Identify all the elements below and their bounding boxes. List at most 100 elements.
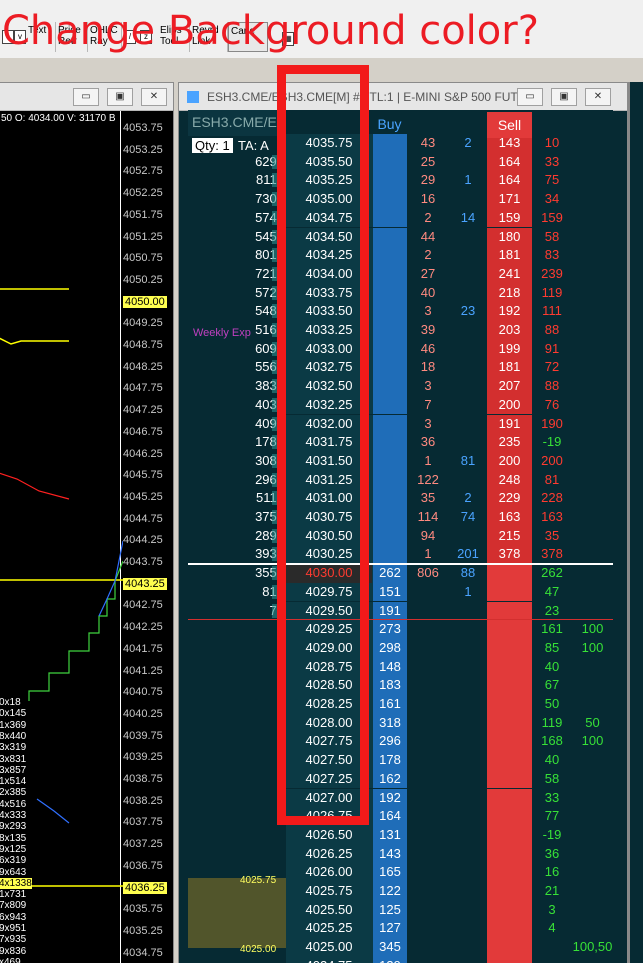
ask-size-cell[interactable]: 14 [449, 209, 487, 228]
ladder-row[interactable]: 4028.25 161 50 [188, 695, 613, 714]
working-order-cell[interactable] [572, 228, 613, 247]
ask-size-cell[interactable] [449, 527, 487, 546]
close-button[interactable]: ✕ [585, 88, 611, 106]
price-cell[interactable]: 4025.00 [286, 938, 372, 957]
price-cell[interactable]: 4026.00 [286, 863, 372, 882]
ask-size-cell[interactable] [449, 433, 487, 452]
volume-cell[interactable]: 3939 [188, 545, 286, 564]
maximize-button[interactable]: ▣ [551, 88, 577, 106]
bid-size-cell[interactable]: 114 [407, 508, 449, 527]
volume-cell[interactable]: 3557 [188, 564, 286, 583]
price-cell[interactable]: 4024.75 [286, 956, 372, 963]
buy-cell[interactable] [372, 227, 407, 247]
ask-size-cell[interactable]: 2 [449, 489, 487, 508]
ladder-row[interactable]: 734029.5019123 [188, 601, 613, 621]
ask-size-cell[interactable]: 88 [449, 564, 487, 583]
bid-size-cell[interactable]: 16 [407, 190, 449, 209]
buy-cell[interactable] [372, 526, 407, 546]
sell-cell[interactable]: 229 [487, 489, 532, 508]
ask-size-cell[interactable] [449, 340, 487, 359]
working-order-cell[interactable] [572, 564, 613, 583]
delta-cell[interactable]: 58 [532, 228, 572, 247]
working-order-cell[interactable] [572, 415, 613, 434]
ladder-row[interactable]: 3750 4030.75 114 74 163 163 [188, 508, 613, 527]
buy-cell[interactable]: 262 [372, 564, 407, 583]
ask-size-cell[interactable] [449, 620, 487, 639]
ask-size-cell[interactable] [449, 190, 487, 209]
buy-cell[interactable]: 345 [372, 938, 407, 957]
volume-cell[interactable] [188, 639, 286, 658]
bid-size-cell[interactable]: 40 [407, 284, 449, 303]
delta-cell[interactable]: 161 [532, 620, 572, 639]
volume-cell[interactable] [188, 789, 286, 808]
maximize-button[interactable]: ▣ [107, 88, 133, 106]
volume-cell[interactable]: 5116 [188, 489, 286, 508]
bid-size-cell[interactable] [407, 658, 449, 677]
bid-size-cell[interactable]: 35 [407, 489, 449, 508]
working-order-cell[interactable]: 100 [572, 732, 613, 751]
bid-size-cell[interactable] [407, 882, 449, 901]
ladder-row[interactable]: 4033 4032.25 7 200 76 [188, 395, 613, 415]
ladder-row[interactable]: 1789 4031.75 36 235 -19 [188, 433, 613, 452]
delta-cell[interactable]: -19 [532, 826, 572, 845]
delta-cell[interactable]: 91 [532, 340, 572, 359]
sell-cell[interactable] [487, 900, 532, 920]
bid-size-cell[interactable]: 39 [407, 321, 449, 340]
sell-cell[interactable]: 199 [487, 339, 532, 359]
ask-size-cell[interactable]: 1 [449, 583, 487, 602]
ask-size-cell[interactable] [449, 826, 487, 845]
bid-size-cell[interactable]: 7 [407, 396, 449, 415]
working-order-cell[interactable] [572, 171, 613, 190]
working-order-cell[interactable] [572, 882, 613, 901]
working-order-cell[interactable] [572, 190, 613, 209]
buy-cell[interactable]: 165 [372, 863, 407, 882]
ladder-row[interactable]: 4025.75 122 21 [188, 882, 613, 901]
buy-cell[interactable] [372, 321, 407, 340]
buy-cell[interactable]: 122 [372, 882, 407, 901]
ladder-row[interactable]: 3939 4030.25 1 201 378 378 [188, 545, 613, 565]
price-cell[interactable]: 4025.25 [286, 919, 372, 939]
working-order-cell[interactable] [572, 583, 613, 602]
delta-cell[interactable]: 58 [532, 770, 572, 789]
ladder-row[interactable]: 4026.50 131 -19 [188, 825, 613, 845]
volume-cell[interactable]: 2890 [188, 527, 286, 546]
ladder-row[interactable]: 4026.75 164 77 [188, 807, 613, 826]
ladder-row[interactable]: 3557 4030.00 262 806 88 262 [188, 564, 613, 583]
delta-cell[interactable]: 168 [532, 732, 572, 751]
bid-size-cell[interactable] [407, 845, 449, 864]
working-order-cell[interactable] [572, 209, 613, 228]
working-order-cell[interactable] [572, 676, 613, 695]
ladder-row[interactable]: 4027.50 178 40 [188, 751, 613, 770]
bid-size-cell[interactable] [407, 751, 449, 770]
working-order-cell[interactable] [572, 863, 613, 882]
volume-cell[interactable]: 73 [188, 602, 286, 621]
volume-cell[interactable]: 8117 [188, 171, 286, 190]
bid-size-cell[interactable] [407, 695, 449, 714]
bid-size-cell[interactable] [407, 583, 449, 602]
sell-cell[interactable] [487, 657, 532, 677]
sell-cell[interactable]: 191 [487, 414, 532, 434]
buy-cell[interactable]: 192 [372, 788, 407, 808]
ask-size-cell[interactable] [449, 789, 487, 808]
working-order-cell[interactable]: 50 [572, 714, 613, 733]
working-order-cell[interactable] [572, 789, 613, 808]
volume-cell[interactable]: 4033 [188, 396, 286, 415]
delta-cell[interactable]: 23 [532, 602, 572, 621]
volume-cell[interactable] [188, 863, 286, 882]
volume-cell[interactable] [188, 134, 286, 153]
buy-cell[interactable] [372, 283, 407, 303]
delta-cell[interactable]: 72 [532, 358, 572, 377]
volume-cell[interactable] [188, 826, 286, 845]
ladder-row[interactable]: 2962 4031.25 122 248 81 [188, 470, 613, 490]
working-order-cell[interactable]: 100 [572, 639, 613, 658]
bid-size-cell[interactable] [407, 807, 449, 826]
volume-cell[interactable]: 7306 [188, 190, 286, 209]
buy-cell[interactable]: 125 [372, 900, 407, 920]
working-order-cell[interactable] [572, 302, 613, 321]
ladder-row[interactable]: 3830 4032.50 3 207 88 [188, 377, 613, 396]
working-order-cell[interactable] [572, 527, 613, 546]
buy-cell[interactable] [372, 208, 407, 228]
ladder-row[interactable]: 4028.00 318 119 50 [188, 713, 613, 733]
volume-cell[interactable] [188, 882, 286, 901]
volume-cell[interactable]: 5563 [188, 358, 286, 377]
